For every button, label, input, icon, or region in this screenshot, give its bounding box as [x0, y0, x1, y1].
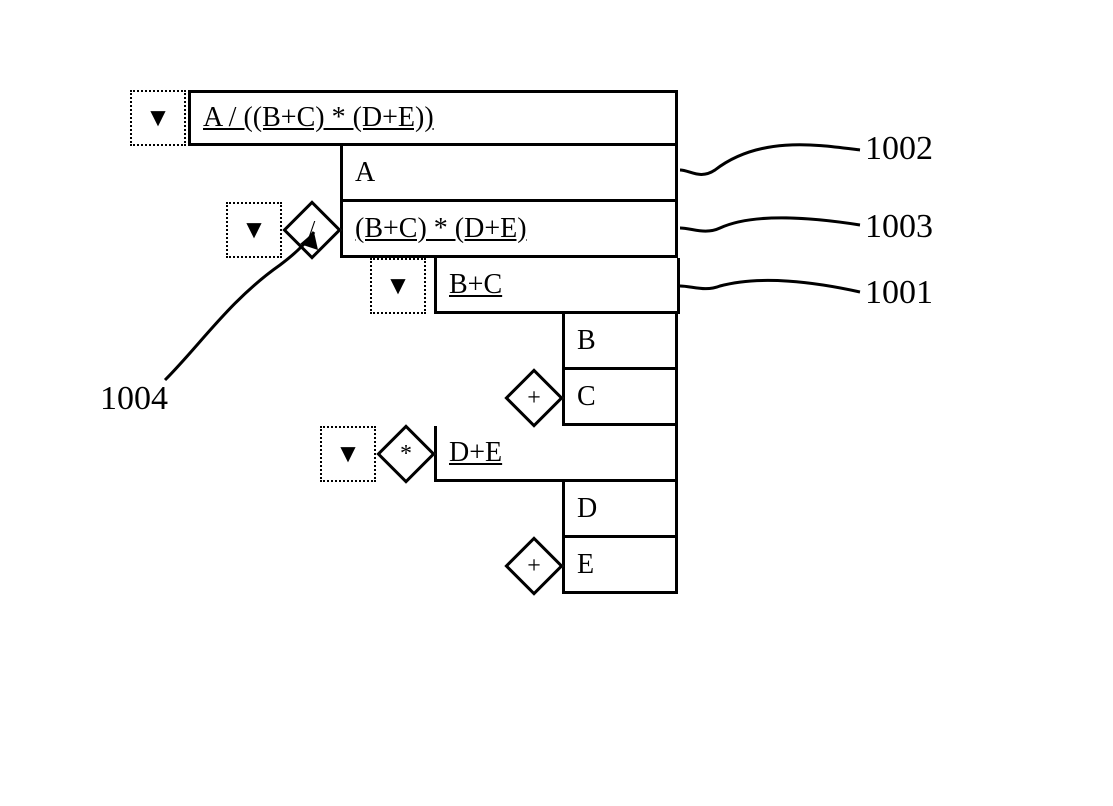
operator-divide-label: / — [309, 217, 316, 244]
operator-plus-2-label: + — [527, 553, 541, 580]
row-de: ▼ * D+E — [130, 426, 680, 482]
node-d: D — [562, 482, 678, 538]
operator-divide: / — [284, 202, 340, 258]
operator-multiply: * — [378, 426, 434, 482]
node-a: A — [340, 146, 678, 202]
chevron-down-icon: ▼ — [241, 215, 267, 245]
callout-1001: 1001 — [865, 274, 933, 312]
row-root: ▼ A / ((B+C) * (D+E)) — [130, 90, 680, 146]
operator-plus-2: + — [506, 538, 562, 594]
node-bcde-expr[interactable]: (B+C) * (D+E) — [340, 202, 678, 258]
node-bc-expr[interactable]: B+C — [434, 258, 680, 314]
operator-plus-1: + — [506, 370, 562, 426]
toggle-bcde[interactable]: ▼ — [226, 202, 282, 258]
callout-1003: 1003 — [865, 208, 933, 246]
chevron-down-icon: ▼ — [385, 271, 411, 301]
node-root-expr[interactable]: A / ((B+C) * (D+E)) — [188, 90, 678, 146]
diagram-stage: ▼ A / ((B+C) * (D+E)) A ▼ / (B+C) * (D+E… — [0, 0, 1113, 806]
row-b: B — [130, 314, 680, 370]
operator-plus-1-label: + — [527, 385, 541, 412]
row-d: D — [130, 482, 680, 538]
callout-1002: 1002 — [865, 130, 933, 168]
toggle-de[interactable]: ▼ — [320, 426, 376, 482]
tree-rows: ▼ A / ((B+C) * (D+E)) A ▼ / (B+C) * (D+E… — [130, 90, 680, 594]
toggle-bc[interactable]: ▼ — [370, 258, 426, 314]
node-de-expr[interactable]: D+E — [434, 426, 678, 482]
row-a: A — [130, 146, 680, 202]
toggle-root[interactable]: ▼ — [130, 90, 186, 146]
row-e: + E — [130, 538, 680, 594]
row-bc: ▼ B+C — [130, 258, 680, 314]
callout-1004: 1004 — [100, 380, 168, 418]
row-bcde: ▼ / (B+C) * (D+E) — [130, 202, 680, 258]
chevron-down-icon: ▼ — [335, 439, 361, 469]
operator-multiply-label: * — [400, 441, 412, 468]
node-e: E — [562, 538, 678, 594]
chevron-down-icon: ▼ — [145, 103, 171, 133]
row-c: + C — [130, 370, 680, 426]
node-c: C — [562, 370, 678, 426]
node-b: B — [562, 314, 678, 370]
